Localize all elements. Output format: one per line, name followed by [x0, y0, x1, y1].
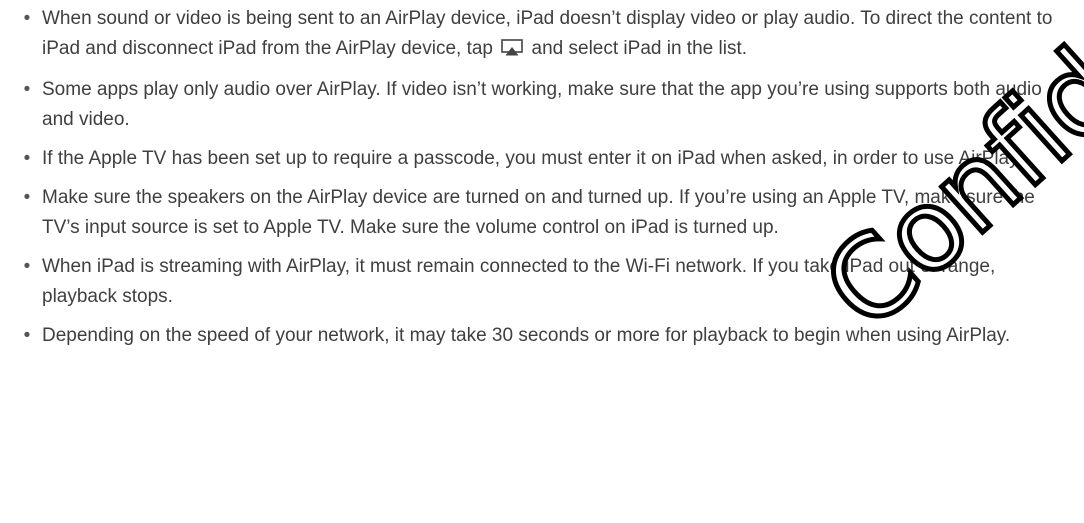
bullet-text: Depending on the speed of your network, … — [42, 325, 1011, 346]
airplay-icon — [501, 36, 524, 66]
bullet-item: • When iPad is streaming with AirPlay, i… — [20, 252, 1070, 312]
bullet-marker: • — [23, 187, 31, 208]
bullet-marker: • — [23, 79, 31, 100]
bullet-marker: • — [23, 8, 31, 29]
bullet-item: • Some apps play only audio over AirPlay… — [20, 75, 1070, 135]
bullet-list: • When sound or video is being sent to a… — [20, 4, 1070, 360]
bullet-item: • If the Apple TV has been set up to req… — [20, 144, 1070, 174]
bullet-item: • When sound or video is being sent to a… — [20, 4, 1070, 66]
bullet-text: Some apps play only audio over AirPlay. … — [42, 79, 1042, 130]
bullet-text: If the Apple TV has been set up to requi… — [42, 148, 1023, 169]
bullet-text-continued: and select iPad in the list. — [526, 38, 748, 59]
bullet-text: When iPad is streaming with AirPlay, it … — [42, 256, 996, 307]
bullet-item: • Make sure the speakers on the AirPlay … — [20, 183, 1070, 243]
bullet-marker: • — [23, 148, 31, 169]
bullet-item: • Depending on the speed of your network… — [20, 321, 1070, 351]
bullet-text: Make sure the speakers on the AirPlay de… — [42, 187, 1035, 238]
bullet-marker: • — [23, 325, 31, 346]
bullet-marker: • — [23, 256, 31, 277]
